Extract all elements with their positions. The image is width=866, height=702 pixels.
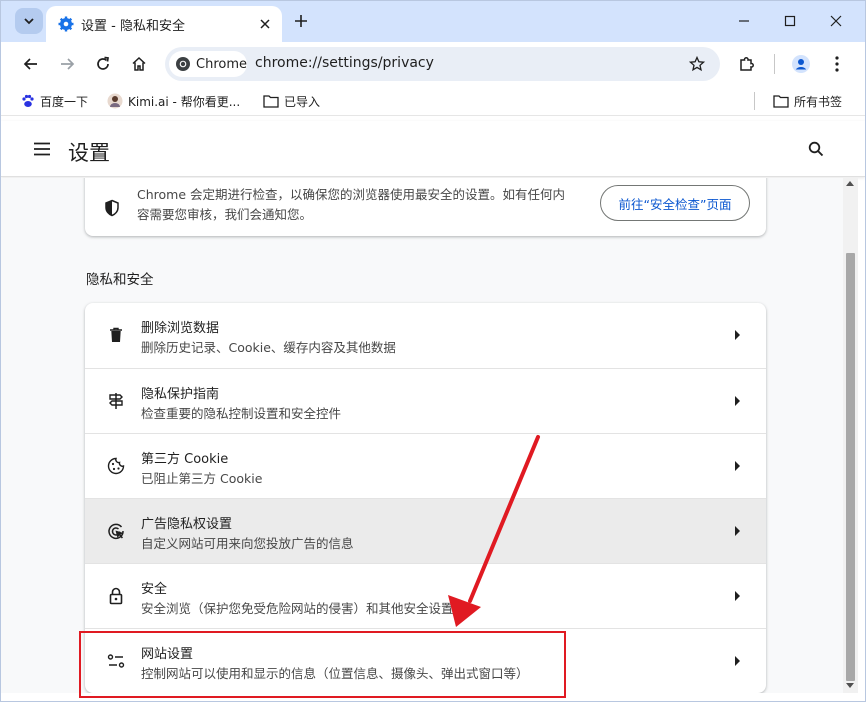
bookmarks-separator bbox=[754, 92, 755, 110]
bookmark-label: Kimi.ai - 帮你看更... bbox=[128, 94, 241, 109]
maximize-icon bbox=[784, 15, 796, 27]
cookie-icon bbox=[106, 456, 126, 476]
scrollbar-thumb[interactable] bbox=[846, 253, 855, 681]
url-text[interactable]: chrome://settings/privacy bbox=[255, 55, 434, 71]
more-vert-icon bbox=[835, 56, 839, 72]
puzzle-icon bbox=[740, 57, 754, 71]
arrow-right-icon bbox=[735, 396, 740, 406]
bookmark-kimi[interactable]: Kimi.ai - 帮你看更... bbox=[107, 92, 240, 110]
shield-icon bbox=[105, 199, 119, 217]
minimize-button[interactable] bbox=[732, 9, 756, 33]
arrow-right-icon bbox=[735, 656, 740, 666]
address-bar[interactable]: Chrome chrome://settings/privacy bbox=[165, 47, 720, 81]
new-tab-button[interactable] bbox=[290, 10, 312, 32]
profile-avatar-icon bbox=[792, 55, 810, 73]
row-security[interactable]: 安全 安全浏览（保护您免受危险网站的侵害）和其他安全设置 bbox=[85, 563, 766, 628]
row-ad-privacy[interactable]: 广告隐私权设置 自定义网站可用来向您投放广告的信息 bbox=[85, 498, 766, 563]
annotation-highlight-box bbox=[79, 631, 566, 698]
arrow-right-icon bbox=[735, 461, 740, 471]
chevron-down-icon bbox=[24, 18, 34, 25]
search-settings-button[interactable] bbox=[805, 138, 827, 160]
bookmarks-bar: 百度一下 Kimi.ai - 帮你看更... 已导入 所有书签 bbox=[1, 86, 865, 116]
arrow-right-icon bbox=[735, 526, 740, 536]
star-icon bbox=[689, 56, 705, 72]
row-title: 第三方 Cookie bbox=[141, 452, 229, 467]
section-title: 隐私和安全 bbox=[86, 272, 154, 288]
tab-settings[interactable]: 设置 - 隐私和安全 bbox=[46, 6, 282, 42]
scroll-down-icon[interactable] bbox=[846, 683, 854, 688]
settings-gear-icon bbox=[58, 16, 74, 32]
settings-header: 设置 bbox=[1, 121, 865, 177]
row-subtitle: 自定义网站可用来向您投放广告的信息 bbox=[141, 536, 354, 551]
all-bookmarks-label: 所有书签 bbox=[794, 94, 843, 109]
page-title: 设置 bbox=[68, 141, 110, 165]
chip-label: Chrome bbox=[196, 56, 247, 72]
close-icon bbox=[830, 15, 842, 27]
forward-button[interactable] bbox=[55, 52, 79, 76]
row-clear-browsing-data[interactable]: 删除浏览数据 删除历史记录、Cookie、缓存内容及其他数据 bbox=[85, 303, 766, 368]
row-title: 隐私保护指南 bbox=[141, 387, 220, 402]
tab-title: 设置 - 隐私和安全 bbox=[81, 19, 185, 34]
browser-window: 设置 - 隐私和安全 Chrome chrome://settings/priv… bbox=[0, 0, 866, 702]
safety-check-description: Chrome 会定期进行检查，以确保您的浏览器使用最安全的设置。如有任何内容需要… bbox=[137, 187, 566, 222]
tab-search-button[interactable] bbox=[15, 8, 43, 34]
row-subtitle: 已阻止第三方 Cookie bbox=[141, 471, 263, 486]
settings-content: Chrome 会定期进行检查，以确保您的浏览器使用最安全的设置。如有任何内容需要… bbox=[1, 178, 843, 693]
folder-icon bbox=[263, 95, 279, 108]
row-third-party-cookies[interactable]: 第三方 Cookie 已阻止第三方 Cookie bbox=[85, 433, 766, 498]
all-bookmarks-button[interactable]: 所有书签 bbox=[773, 92, 842, 110]
chrome-menu-button[interactable] bbox=[825, 52, 849, 76]
profile-button[interactable] bbox=[789, 52, 813, 76]
bookmark-label: 百度一下 bbox=[40, 94, 89, 109]
search-icon bbox=[808, 141, 824, 157]
tab-strip: 设置 - 隐私和安全 bbox=[1, 1, 865, 42]
hamburger-menu-icon bbox=[34, 142, 50, 156]
site-info-chip[interactable]: Chrome bbox=[169, 51, 247, 77]
bookmark-label: 已导入 bbox=[284, 94, 321, 109]
reload-button[interactable] bbox=[91, 52, 115, 76]
bookmark-baidu[interactable]: 百度一下 bbox=[21, 92, 88, 110]
minimize-icon bbox=[739, 20, 749, 22]
close-tab-button[interactable] bbox=[256, 15, 274, 33]
chrome-logo-icon bbox=[176, 57, 190, 71]
scroll-up-icon[interactable] bbox=[846, 181, 854, 186]
plus-icon bbox=[295, 15, 307, 27]
bookmark-folder-imported[interactable]: 已导入 bbox=[263, 92, 320, 110]
row-subtitle: 安全浏览（保护您免受危险网站的侵害）和其他安全设置 bbox=[141, 601, 454, 616]
row-title: 广告隐私权设置 bbox=[141, 517, 233, 532]
main-menu-button[interactable] bbox=[31, 138, 53, 160]
home-icon bbox=[132, 56, 146, 71]
arrow-right-icon bbox=[735, 591, 740, 601]
row-title: 安全 bbox=[141, 582, 168, 597]
row-subtitle: 检查重要的隐私控制设置和安全控件 bbox=[141, 406, 342, 421]
folder-icon bbox=[773, 95, 789, 108]
row-title: 删除浏览数据 bbox=[141, 321, 220, 336]
close-icon bbox=[260, 19, 270, 29]
back-button[interactable] bbox=[19, 52, 43, 76]
lock-icon bbox=[106, 586, 126, 606]
arrow-left-icon bbox=[23, 58, 37, 70]
signpost-icon bbox=[106, 391, 126, 411]
kimi-avatar-icon bbox=[107, 93, 123, 109]
trash-icon bbox=[106, 325, 126, 345]
window-close-button[interactable] bbox=[824, 9, 848, 33]
safety-check-card: Chrome 会定期进行检查，以确保您的浏览器使用最安全的设置。如有任何内容需要… bbox=[85, 178, 766, 236]
toolbar: Chrome chrome://settings/privacy bbox=[1, 42, 865, 86]
reload-icon bbox=[97, 56, 109, 70]
home-button[interactable] bbox=[127, 52, 151, 76]
ad-privacy-icon bbox=[106, 521, 126, 541]
row-subtitle: 删除历史记录、Cookie、缓存内容及其他数据 bbox=[141, 340, 396, 355]
baidu-paw-icon bbox=[22, 94, 34, 107]
maximize-button[interactable] bbox=[778, 9, 802, 33]
bookmark-star-button[interactable] bbox=[687, 54, 707, 74]
row-privacy-guide[interactable]: 隐私保护指南 检查重要的隐私控制设置和安全控件 bbox=[85, 368, 766, 433]
arrow-right-icon bbox=[735, 330, 740, 340]
toolbar-separator bbox=[774, 54, 775, 74]
arrow-right-icon bbox=[61, 58, 75, 70]
go-to-safety-check-button[interactable]: 前往“安全检查”页面 bbox=[600, 185, 750, 221]
extensions-button[interactable] bbox=[735, 52, 759, 76]
